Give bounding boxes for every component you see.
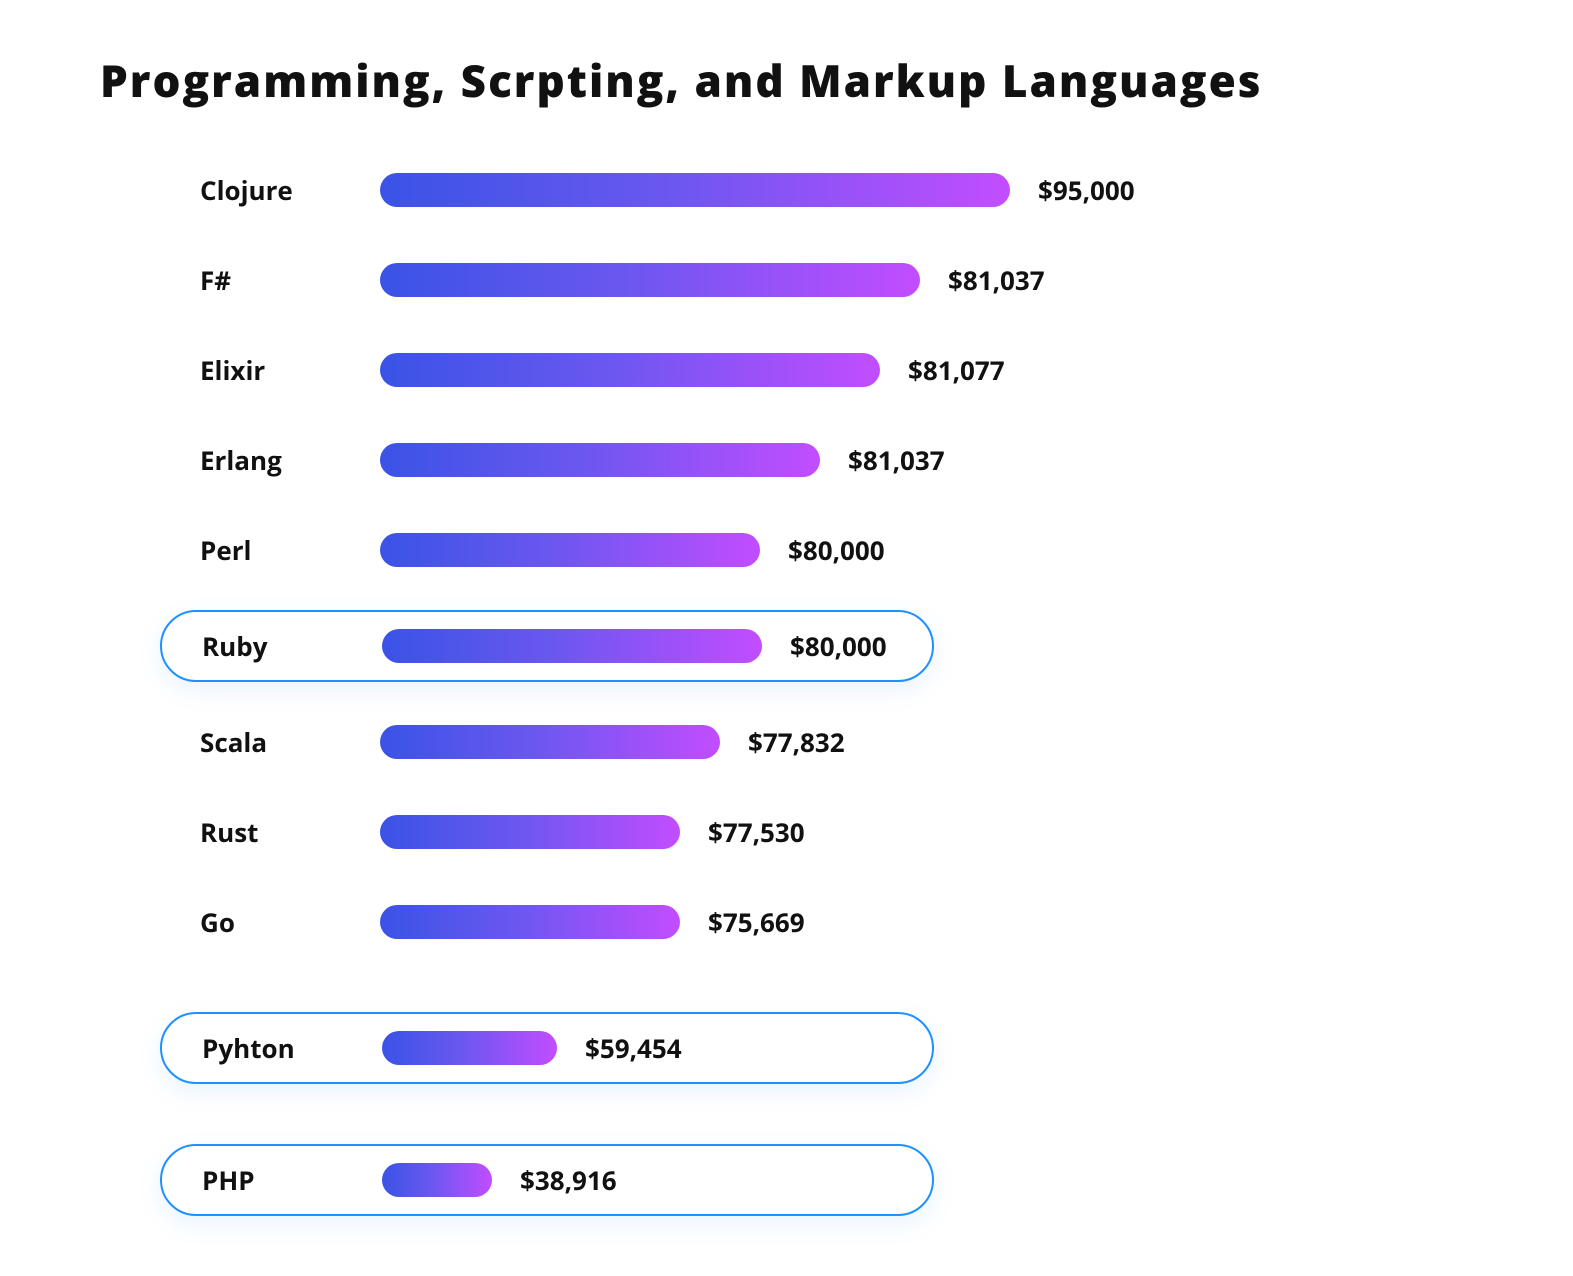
bar-fill — [380, 443, 820, 477]
bar-row: Rust $77,530 — [170, 802, 1493, 862]
bar-value: $80,000 — [788, 532, 885, 568]
bar-value: $59,454 — [585, 1030, 682, 1066]
bar-value: $81,037 — [848, 442, 945, 478]
bar-fill — [380, 173, 1010, 207]
bar-value: $95,000 — [1038, 172, 1135, 208]
bar-chart: Clojure $95,000 F# $81,037 Elixir $81,07… — [100, 160, 1493, 1216]
bar-value: $77,832 — [748, 724, 845, 760]
bar-fill — [382, 629, 762, 663]
bar-value: $81,077 — [908, 352, 1005, 388]
bar-row: Ruby $80,000 — [170, 610, 1493, 682]
bar-label: Rust — [170, 814, 380, 850]
bar-fill — [380, 353, 880, 387]
bar-row: Scala $77,832 — [170, 712, 1493, 772]
bar-row: Clojure $95,000 — [170, 160, 1493, 220]
bar-row: Perl $80,000 — [170, 520, 1493, 580]
bar-fill — [380, 263, 920, 297]
bar-row: Erlang $81,037 — [170, 430, 1493, 490]
bar-fill — [382, 1163, 492, 1197]
bar-value: $75,669 — [708, 904, 805, 940]
bar-value: $77,530 — [708, 814, 805, 850]
bar-label: Erlang — [170, 442, 380, 478]
bar-label: Elixir — [170, 352, 380, 388]
chart-title: Programming, Scrpting, and Markup Langua… — [100, 50, 1493, 110]
bar-label: Ruby — [172, 628, 382, 664]
bar-label: F# — [170, 262, 380, 298]
bar-fill — [380, 815, 680, 849]
bar-row: Pyhton $59,454 — [170, 1012, 1493, 1084]
bar-fill — [380, 725, 720, 759]
bar-row: F# $81,037 — [170, 250, 1493, 310]
bar-label: Scala — [170, 724, 380, 760]
bar-fill — [380, 533, 760, 567]
bar-label: Pyhton — [172, 1030, 382, 1066]
bar-row: PHP $38,916 — [170, 1144, 1493, 1216]
bar-row: Elixir $81,077 — [170, 340, 1493, 400]
bar-value: $38,916 — [520, 1162, 617, 1198]
bar-label: PHP — [172, 1162, 382, 1198]
bar-value: $81,037 — [948, 262, 1045, 298]
bar-label: Perl — [170, 532, 380, 568]
bar-row: Go $75,669 — [170, 892, 1493, 952]
bar-fill — [382, 1031, 557, 1065]
bar-value: $80,000 — [790, 628, 887, 664]
bar-fill — [380, 905, 680, 939]
bar-label: Clojure — [170, 172, 380, 208]
bar-label: Go — [170, 904, 380, 940]
